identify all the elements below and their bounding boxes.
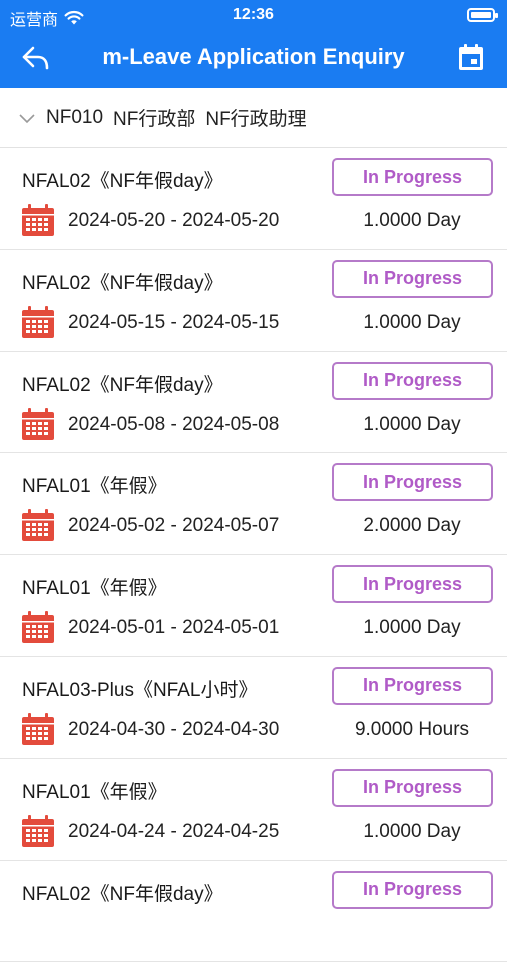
leave-type-label: NFAL02《NF年假day》 — [22, 272, 223, 294]
status-badge[interactable]: In Progress — [332, 259, 493, 298]
position-name: NF行政助理 — [205, 109, 307, 130]
leave-application-row[interactable]: NFAL01《年假》 In Progress 2024-05-01 - 2024… — [0, 555, 507, 657]
leave-duration: 2.0000 Day — [363, 515, 461, 537]
leave-dates: 2024-05-20 - 2024-05-20 — [68, 210, 280, 231]
leave-duration: 9.0000 Hours — [354, 718, 470, 740]
leave-type-label: NFAL01《年假》 — [22, 781, 167, 803]
status-badge[interactable]: In Progress — [332, 463, 493, 502]
calendar-icon — [22, 204, 54, 236]
navigation-header: 运营商 12:36 m-Leave Application Enquiry — [0, 0, 507, 88]
department-code: NF010 — [46, 106, 104, 128]
leave-application-row[interactable]: NFAL01《年假》 In Progress 2024-05-02 - 2024… — [0, 453, 507, 556]
leave-type-label: NFAL01《年假》 — [22, 476, 167, 498]
leave-dates: 2024-05-08 - 2024-05-08 — [68, 413, 280, 435]
clock: 12:36 — [233, 6, 274, 23]
leave-type-label: NFAL02《NF年假day》 — [22, 374, 223, 396]
calendar-icon — [22, 305, 54, 338]
leave-type-label: NFAL02《NF年假day》 — [22, 171, 223, 192]
battery-icon — [467, 8, 498, 22]
status-badge[interactable]: In Progress — [332, 361, 493, 400]
leave-application-row[interactable]: NFAL02《NF年假day》 In Progress 2024-05-08 -… — [0, 352, 507, 454]
leave-application-row[interactable]: NFAL02《NF年假day》 In Progress 2024-05-15 -… — [0, 250, 507, 352]
calendar-icon — [22, 509, 54, 542]
leave-type-label: NFAL02《NF年假day》 — [22, 883, 223, 905]
leave-duration: 1.0000 Day — [363, 311, 461, 333]
leave-duration: 1.0000 Day — [363, 617, 461, 639]
status-badge[interactable]: In Progress — [332, 158, 493, 196]
page-title: m-Leave Application Enquiry — [102, 44, 405, 69]
leave-application-row[interactable]: NFAL02《NF年假day》 In Progress — [0, 861, 507, 962]
status-badge[interactable]: In Progress — [332, 666, 493, 705]
calendar-icon — [459, 44, 483, 70]
calendar-icon — [22, 712, 54, 745]
leave-type-label: NFAL01《年假》 — [22, 578, 167, 600]
leave-duration: 1.0000 Day — [363, 210, 461, 231]
calendar-button[interactable] — [453, 40, 489, 76]
department-selector[interactable]: NF010 NF行政部 NF行政助理 — [0, 88, 507, 148]
chevron-down-icon — [19, 113, 35, 123]
leave-duration: 1.0000 Day — [363, 413, 461, 435]
status-badge[interactable]: In Progress — [332, 565, 493, 604]
status-bar: 运营商 12:36 — [0, 0, 507, 32]
leave-duration: 1.0000 Day — [363, 820, 461, 842]
status-badge[interactable]: In Progress — [332, 870, 493, 909]
leave-application-list: NFAL02《NF年假day》 In Progress 2024-05-20 -… — [0, 148, 507, 962]
leave-application-row[interactable]: NFAL03-Plus《NFAL小时》 In Progress 2024-04-… — [0, 657, 507, 759]
leave-application-row[interactable]: NFAL02《NF年假day》 In Progress 2024-05-20 -… — [0, 148, 507, 250]
leave-dates: 2024-04-30 - 2024-04-30 — [68, 718, 280, 740]
calendar-icon — [22, 407, 54, 440]
leave-dates: 2024-04-24 - 2024-04-25 — [68, 820, 280, 842]
calendar-icon — [22, 611, 54, 644]
status-badge[interactable]: In Progress — [332, 768, 493, 807]
leave-type-label: NFAL03-Plus《NFAL小时》 — [22, 679, 258, 701]
leave-dates: 2024-05-01 - 2024-05-01 — [68, 617, 280, 639]
leave-dates: 2024-05-15 - 2024-05-15 — [68, 311, 280, 333]
leave-application-row[interactable]: NFAL01《年假》 In Progress 2024-04-24 - 2024… — [0, 759, 507, 861]
department-name: NF行政部 — [113, 109, 196, 130]
leave-dates: 2024-05-02 - 2024-05-07 — [68, 515, 280, 537]
calendar-icon — [22, 814, 54, 847]
